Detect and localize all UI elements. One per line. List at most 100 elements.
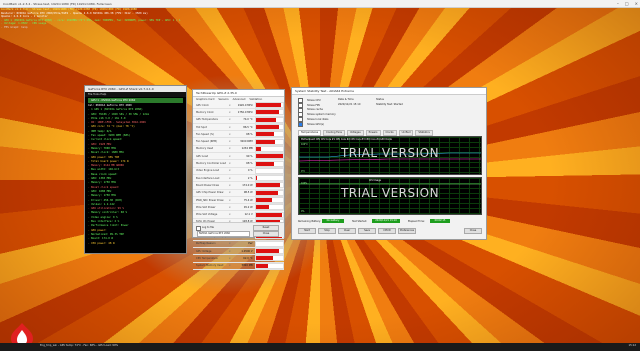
- sensor-graph: [254, 102, 284, 109]
- sensor-label: Memory Controller Load: [196, 162, 227, 166]
- sensor-value: 68 %: [246, 132, 253, 136]
- hud-overlay: CoolMark v1.2.3.4 - Stress test, 1920×10…: [1, 8, 221, 30]
- sensor-row: CPU Temperature ▾ 62.0 °C: [193, 255, 284, 263]
- sensor-label: PCIe Slot Voltage: [196, 213, 218, 217]
- sensor-row: Fan Speed (%) ▾ 68 %: [193, 131, 284, 139]
- sensor-graph: [254, 262, 284, 269]
- tab-sensors[interactable]: Sensors: [218, 98, 228, 101]
- sensor-graph: [254, 131, 284, 138]
- started-value: 2020/11/21 15:10: [372, 219, 400, 223]
- stress-label: Stress cache: [307, 108, 323, 112]
- sensor-row: PWR_SRC Power Draw ▾ 75.4 W: [193, 197, 284, 205]
- sensor-row: GPU Load ▾ 99 %: [193, 153, 284, 161]
- stability-button[interactable]: Close: [464, 228, 482, 234]
- sensor-graph: [254, 182, 284, 189]
- hud-line: - FPS Graph: help: [1, 25, 28, 29]
- sensor-list: GPU Clock ▾ 1920.0 MHz Memory Clock ▾ 1750.0 …: [193, 102, 284, 270]
- sensor-label: PerfCap Reason: [196, 242, 216, 246]
- close-button[interactable]: Close: [253, 231, 279, 237]
- sensor-label: GPU Chip Power Draw: [196, 191, 224, 195]
- sensor-value: 98.5 W: [243, 191, 253, 195]
- sensor-graph: [254, 167, 284, 174]
- sensor-row: System Memory Used ▾ 5820 MB: [193, 262, 284, 270]
- stability-button[interactable]: Clear: [338, 228, 356, 234]
- taskbar: Eng_tmp_win - GPU temp: 74°C - Fan: 68% …: [0, 343, 640, 351]
- sensor-graph: [254, 189, 284, 196]
- taskbar-clock: 15:12: [628, 344, 636, 347]
- sensor-row: PCIe Slot Voltage ▾ 12.1 V: [193, 211, 284, 219]
- sensor-label: Board Power Draw: [196, 183, 220, 187]
- sensor-label: GPU Voltage: [196, 249, 212, 253]
- sensor-value: 75.4 W: [243, 198, 253, 202]
- sensor-graph: [254, 138, 284, 145]
- stability-button[interactable]: CPUID: [378, 228, 396, 234]
- sensor-value: 1234 MB: [241, 147, 253, 151]
- stability-button[interactable]: Stop: [318, 228, 336, 234]
- sensor-row: GPU Chip Power Draw ▾ 98.5 W: [193, 189, 284, 197]
- sensor-value: Pwr: [248, 242, 253, 246]
- sensor-row: Hot Spot ▾ 86.5 °C: [193, 124, 284, 132]
- sensor-label: GPU Clock: [196, 103, 209, 107]
- sensor-value: 99 %: [246, 154, 253, 158]
- maximize-icon[interactable]: □: [625, 1, 629, 6]
- sensor-row: Memory Controller Load ▾ 68 %: [193, 160, 284, 168]
- gpuz-info-list: Cal: NVIDIA GeForce RTX 2060- 1 GPU 1 (N…: [85, 104, 186, 246]
- battery-value: No battery: [322, 219, 344, 223]
- tab-validation[interactable]: Validation: [249, 98, 262, 101]
- sensor-label: PCIe Slot Power: [196, 205, 216, 209]
- started-label: Test Started:: [352, 220, 368, 223]
- sensor-graph: [254, 145, 284, 152]
- stability-button[interactable]: Save: [358, 228, 376, 234]
- sensor-label: Fan Speed (RPM): [196, 140, 218, 144]
- sensor-value: 74.0 °C: [243, 118, 253, 122]
- sensor-label: PWR_SRC Power Draw: [196, 198, 224, 202]
- stability-button[interactable]: Start: [298, 228, 316, 234]
- sensor-window: TechPowerUp GPU-Z 2.35.0 Graphics Card S…: [192, 89, 285, 270]
- sensor-row: Memory Clock ▾ 1750.0 MHz: [193, 109, 284, 117]
- sensor-value: 1750.0 MHz: [237, 110, 253, 114]
- stress-label: Stress system memory: [307, 113, 336, 117]
- sensor-value: 1.0500 V: [241, 249, 253, 253]
- sensor-label: Memory Used: [196, 147, 214, 151]
- sensor-label: GPU Temperature: [196, 118, 218, 122]
- trial-watermark: TRIAL VERSION: [340, 146, 440, 160]
- stability-status: Remaining Battery: No battery Test Start…: [298, 218, 482, 234]
- minimize-icon[interactable]: –: [617, 1, 619, 6]
- sensor-graph: [254, 240, 284, 247]
- window-title: CoolMark v1.2.3.4 - Stress test, 1920×10…: [3, 1, 112, 6]
- stability-titlebar[interactable]: System Stability Test - AIDA64 Extreme: [292, 88, 486, 95]
- gpuz-menu[interactable]: File Tools Help: [85, 92, 186, 97]
- battery-label: Remaining Battery:: [298, 220, 321, 223]
- sensor-graph: [254, 255, 284, 262]
- sensor-label: System Memory Used: [196, 264, 224, 268]
- stress-label: Stress FPU: [307, 103, 321, 107]
- sensor-value: 68 %: [246, 162, 253, 166]
- sensor-titlebar[interactable]: TechPowerUp GPU-Z 2.35.0: [193, 90, 284, 97]
- sensor-row: GPU Voltage ▾ 1.0500 V: [193, 248, 284, 256]
- gpuz-title: GeForce RTX 2060 - GPU-Z Shark v0.7.4.1.…: [88, 87, 154, 91]
- gpu-select[interactable]: GPU 1 - NVIDIA GeForce RTX 2060: [88, 98, 183, 103]
- device-dropdown[interactable]: NVIDIA GeForce RTX 2060: [197, 231, 250, 237]
- date-header: Date & Time: [338, 98, 354, 101]
- elapsed-value: 00:02:15: [430, 219, 450, 223]
- sensor-value: 12.1 V: [244, 213, 253, 217]
- stability-window: System Stability Test - AIDA64 Extreme S…: [291, 87, 487, 240]
- tab-advanced[interactable]: Advanced: [233, 98, 246, 101]
- close-icon[interactable]: ×: [635, 1, 638, 6]
- sensor-graph: [254, 197, 284, 203]
- stress-label: Stress CPU: [307, 98, 321, 102]
- sensor-title: TechPowerUp GPU-Z 2.35.0: [196, 91, 237, 95]
- stress-option[interactable]: Stress GPU(s): [298, 121, 458, 127]
- stability-title: System Stability Test - AIDA64 Extreme: [295, 89, 354, 93]
- sensor-label: Memory Clock: [196, 110, 214, 114]
- sensor-graph: [254, 153, 284, 160]
- sensor-graph: [254, 116, 284, 123]
- tab-graphics-card[interactable]: Graphics Card: [196, 98, 214, 101]
- status-header: Status: [376, 98, 384, 101]
- sensor-row: PerfCap Reason ▾ Pwr: [193, 240, 284, 248]
- sensor-label: Video Engine Load: [196, 169, 220, 173]
- stability-button[interactable]: Preferences: [398, 228, 416, 234]
- stress-checkbox[interactable]: [298, 121, 303, 127]
- cpu-usage-graph: CPU Usage 100% 0% TRIAL VERSION: [298, 177, 482, 215]
- sensor-value: 5820 MB: [241, 264, 253, 268]
